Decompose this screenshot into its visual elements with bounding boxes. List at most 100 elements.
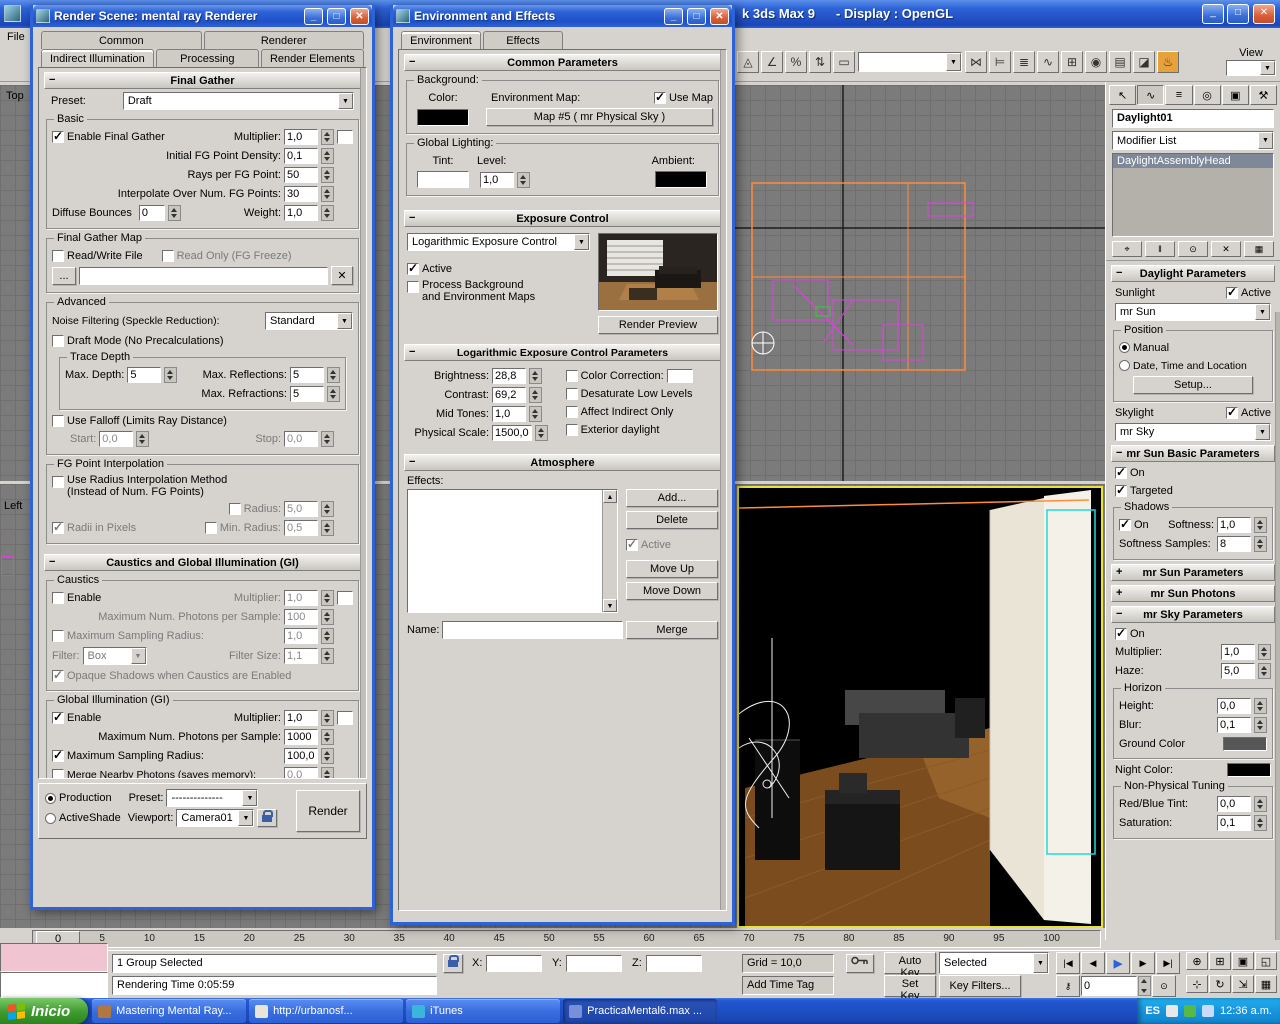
pan-icon[interactable]: ⊹ (1186, 975, 1208, 993)
make-unique-icon[interactable]: ⊙ (1178, 241, 1208, 257)
x-field[interactable] (486, 955, 542, 972)
merge-photons-checkbox[interactable] (52, 769, 64, 778)
zoom-extents-all-icon[interactable]: ▦ (1255, 975, 1277, 993)
configure-modifier-sets-icon[interactable]: ▦ (1244, 241, 1274, 257)
horizon-height-field[interactable]: 0,0 (1217, 698, 1251, 714)
tray-security-icon[interactable] (1184, 1005, 1197, 1017)
falloff-start-field[interactable]: 0,0 (99, 431, 134, 447)
fg-map-clear-button[interactable]: ✕ (331, 266, 353, 285)
move-up-button[interactable]: Move Up (626, 560, 718, 578)
render-scene-icon[interactable]: ▤ (1109, 51, 1131, 73)
scroll-up-icon[interactable]: ▲ (603, 490, 617, 503)
desaturate-checkbox[interactable] (565, 387, 578, 400)
create-tab-icon[interactable]: ↖ (1109, 85, 1137, 105)
fg-weight-field[interactable]: 1,0 (284, 205, 318, 221)
red-blue-tint-spinner[interactable] (1254, 796, 1267, 812)
red-blue-tint-field[interactable]: 0,0 (1217, 796, 1251, 812)
exposure-active-checkbox[interactable] (407, 261, 419, 275)
exterior-daylight-checkbox[interactable] (565, 423, 578, 436)
environment-map-button[interactable]: Map #5 ( mr Physical Sky ) (486, 108, 713, 126)
fg-density-field[interactable]: 0,1 (284, 148, 318, 164)
fg-preset-dropdown[interactable]: Draft ▼ (122, 92, 354, 110)
production-radio[interactable] (45, 792, 56, 804)
tab-effects[interactable]: Effects (483, 31, 563, 49)
quick-render-icon[interactable]: ♨ (1157, 51, 1179, 73)
layer-manager-icon[interactable]: ≣ (1013, 51, 1035, 73)
language-indicator[interactable]: ES (1145, 1005, 1160, 1017)
skylight-active-checkbox[interactable] (1226, 405, 1239, 419)
gi-color-swatch[interactable] (337, 711, 353, 725)
fg-multiplier-color-swatch[interactable] (337, 130, 353, 144)
environment-close-button[interactable]: ✕ (710, 7, 729, 25)
activeshade-radio[interactable] (45, 812, 56, 824)
rollout-daylight-parameters[interactable]: − Daylight Parameters (1111, 265, 1275, 282)
rollout-atmosphere[interactable]: − Atmosphere (404, 454, 721, 471)
physical-scale-field[interactable]: 1500,0 (492, 425, 532, 441)
saturation-field[interactable]: 0,1 (1217, 815, 1251, 831)
softness-spinner[interactable] (1254, 517, 1267, 533)
falloff-stop-field[interactable]: 0,0 (284, 431, 318, 447)
use-map-checkbox[interactable] (653, 90, 666, 104)
environment-dialog-titlebar[interactable]: Environment and Effects _ □ ✕ (393, 5, 732, 27)
min-radius-checkbox[interactable] (204, 522, 217, 534)
edit-named-selections-icon[interactable]: ▭ (833, 51, 855, 73)
process-background-checkbox[interactable] (407, 281, 419, 293)
zoom-extents-icon[interactable]: ▣ (1232, 952, 1254, 970)
fg-multiplier-spinner[interactable] (321, 129, 334, 145)
effects-list-scrollbar[interactable]: ▲ ▼ (602, 490, 617, 612)
auto-key-button[interactable]: Auto Key (884, 952, 936, 979)
gi-multiplier-spinner[interactable] (321, 710, 334, 726)
physical-scale-spinner[interactable] (534, 425, 548, 441)
min-radius-field[interactable]: 0,5 (284, 520, 318, 536)
max-depth-spinner[interactable] (164, 367, 178, 383)
environment-maximize-button[interactable]: □ (687, 7, 706, 25)
fg-map-file-field[interactable] (79, 266, 328, 285)
key-filters-button[interactable]: Key Filters... (939, 975, 1021, 997)
scroll-down-icon[interactable]: ▼ (603, 599, 617, 612)
fg-rays-spinner[interactable] (321, 167, 334, 183)
next-frame-icon[interactable]: ▶ (1131, 952, 1155, 974)
rollout-caustics-gi[interactable]: − Caustics and Global Illumination (GI) (44, 554, 361, 571)
merge-photons-spinner[interactable] (321, 767, 334, 778)
fg-map-browse-button[interactable]: ... (52, 266, 76, 285)
sun-on-checkbox[interactable] (1115, 465, 1127, 479)
task-browser[interactable]: http://urbanosf... (249, 999, 404, 1023)
current-frame-field[interactable]: 0 (1081, 976, 1137, 996)
fg-rays-field[interactable]: 50 (284, 167, 318, 183)
fg-bounces-spinner[interactable] (167, 205, 181, 221)
caustics-filter-size-field[interactable]: 1,1 (284, 648, 318, 664)
read-only-checkbox[interactable] (161, 249, 174, 262)
min-max-toggle-icon[interactable]: ⇲ (1232, 975, 1254, 993)
caustics-photons-spinner[interactable] (321, 609, 334, 625)
contrast-field[interactable]: 69,2 (492, 387, 526, 403)
caustics-filter-size-spinner[interactable] (321, 648, 334, 664)
level-field[interactable]: 1,0 (480, 171, 514, 188)
zoom-region-icon[interactable]: ◱ (1255, 952, 1277, 970)
listener-macro-pane[interactable] (0, 943, 108, 972)
level-spinner[interactable] (517, 171, 530, 188)
max-refractions-field[interactable]: 5 (290, 386, 324, 402)
rollout-exposure-control[interactable]: − Exposure Control (404, 210, 721, 227)
sky-type-dropdown[interactable]: mr Sky ▼ (1115, 423, 1271, 441)
remove-modifier-icon[interactable]: ✕ (1211, 241, 1241, 257)
named-selection-dropdown[interactable]: ▼ (858, 52, 962, 72)
zoom-all-icon[interactable]: ⊞ (1209, 952, 1231, 970)
render-preview-button[interactable]: Render Preview (598, 316, 718, 334)
render-maximize-button[interactable]: □ (327, 7, 346, 25)
affect-indirect-checkbox[interactable] (565, 405, 578, 418)
setup-button[interactable]: Setup... (1133, 376, 1253, 394)
tint-color-swatch[interactable] (417, 171, 469, 188)
gi-photons-field[interactable]: 1000 (284, 729, 318, 745)
caustics-photons-field[interactable]: 100 (284, 609, 318, 625)
material-editor-icon[interactable]: ◉ (1085, 51, 1107, 73)
task-itunes[interactable]: iTunes (406, 999, 561, 1023)
brightness-spinner[interactable] (529, 368, 542, 384)
spinner-snap-icon[interactable]: ⇅ (809, 51, 831, 73)
merge-button[interactable]: Merge (626, 621, 718, 639)
effect-name-field[interactable] (442, 621, 623, 639)
environment-minimize-button[interactable]: _ (664, 7, 683, 25)
gi-sampling-radius-checkbox[interactable] (52, 748, 64, 762)
manual-radio[interactable] (1119, 342, 1130, 353)
mid-tones-spinner[interactable] (529, 406, 542, 422)
move-down-button[interactable]: Move Down (626, 582, 718, 600)
